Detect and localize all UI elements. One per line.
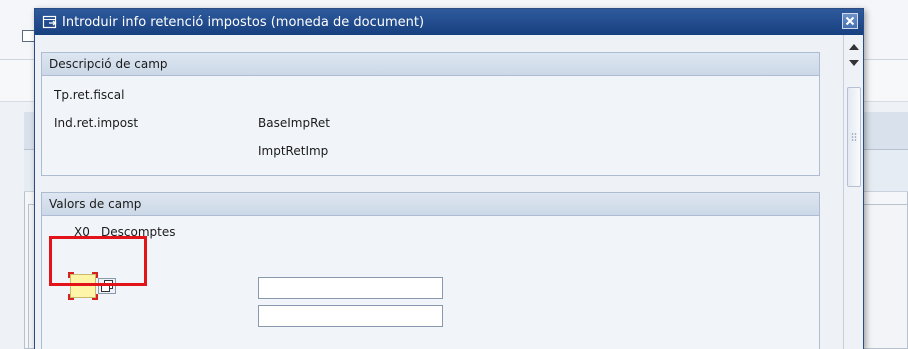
scroll-up-button[interactable] — [849, 43, 859, 51]
tax-amount-label: ImptRetImp — [258, 144, 329, 158]
dialog-content: Descripció de camp Tp.ret.fiscal Ind.ret… — [35, 35, 843, 349]
dialog-titlebar[interactable]: Introduir info retenció impostos (moneda… — [35, 9, 863, 35]
vertical-scrollbar[interactable] — [843, 35, 863, 349]
field-values-title: Valors de camp — [42, 193, 819, 216]
triangle-up-icon — [849, 44, 859, 50]
base-amount-input[interactable] — [258, 277, 443, 299]
dialog-title: Introduir info retenció impostos (moneda… — [62, 14, 425, 30]
triangle-down-icon — [849, 60, 859, 66]
focus-corner-icon — [92, 294, 98, 300]
focus-corner-icon — [68, 294, 74, 300]
field-description-group: Descripció de camp Tp.ret.fiscal Ind.ret… — [41, 52, 820, 176]
scroll-thumb[interactable] — [847, 87, 861, 187]
dialog-window-icon — [42, 14, 58, 30]
tax-amount-input[interactable] — [258, 305, 443, 327]
scroll-down-button[interactable] — [849, 59, 859, 67]
annotation-highlight — [49, 236, 147, 286]
close-button[interactable] — [842, 13, 858, 29]
grip-icon — [851, 133, 857, 141]
base-amount-label: BaseImpRet — [258, 116, 330, 130]
withholding-indicator-label: Ind.ret.impost — [54, 116, 139, 130]
field-values-group: Valors de camp X0 Descomptes — [41, 192, 820, 349]
close-icon — [845, 16, 855, 26]
withholding-type-label: Tp.ret.fiscal — [54, 88, 125, 102]
field-description-title: Descripció de camp — [42, 53, 819, 76]
withholding-tax-dialog: Introduir info retenció impostos (moneda… — [34, 8, 864, 349]
